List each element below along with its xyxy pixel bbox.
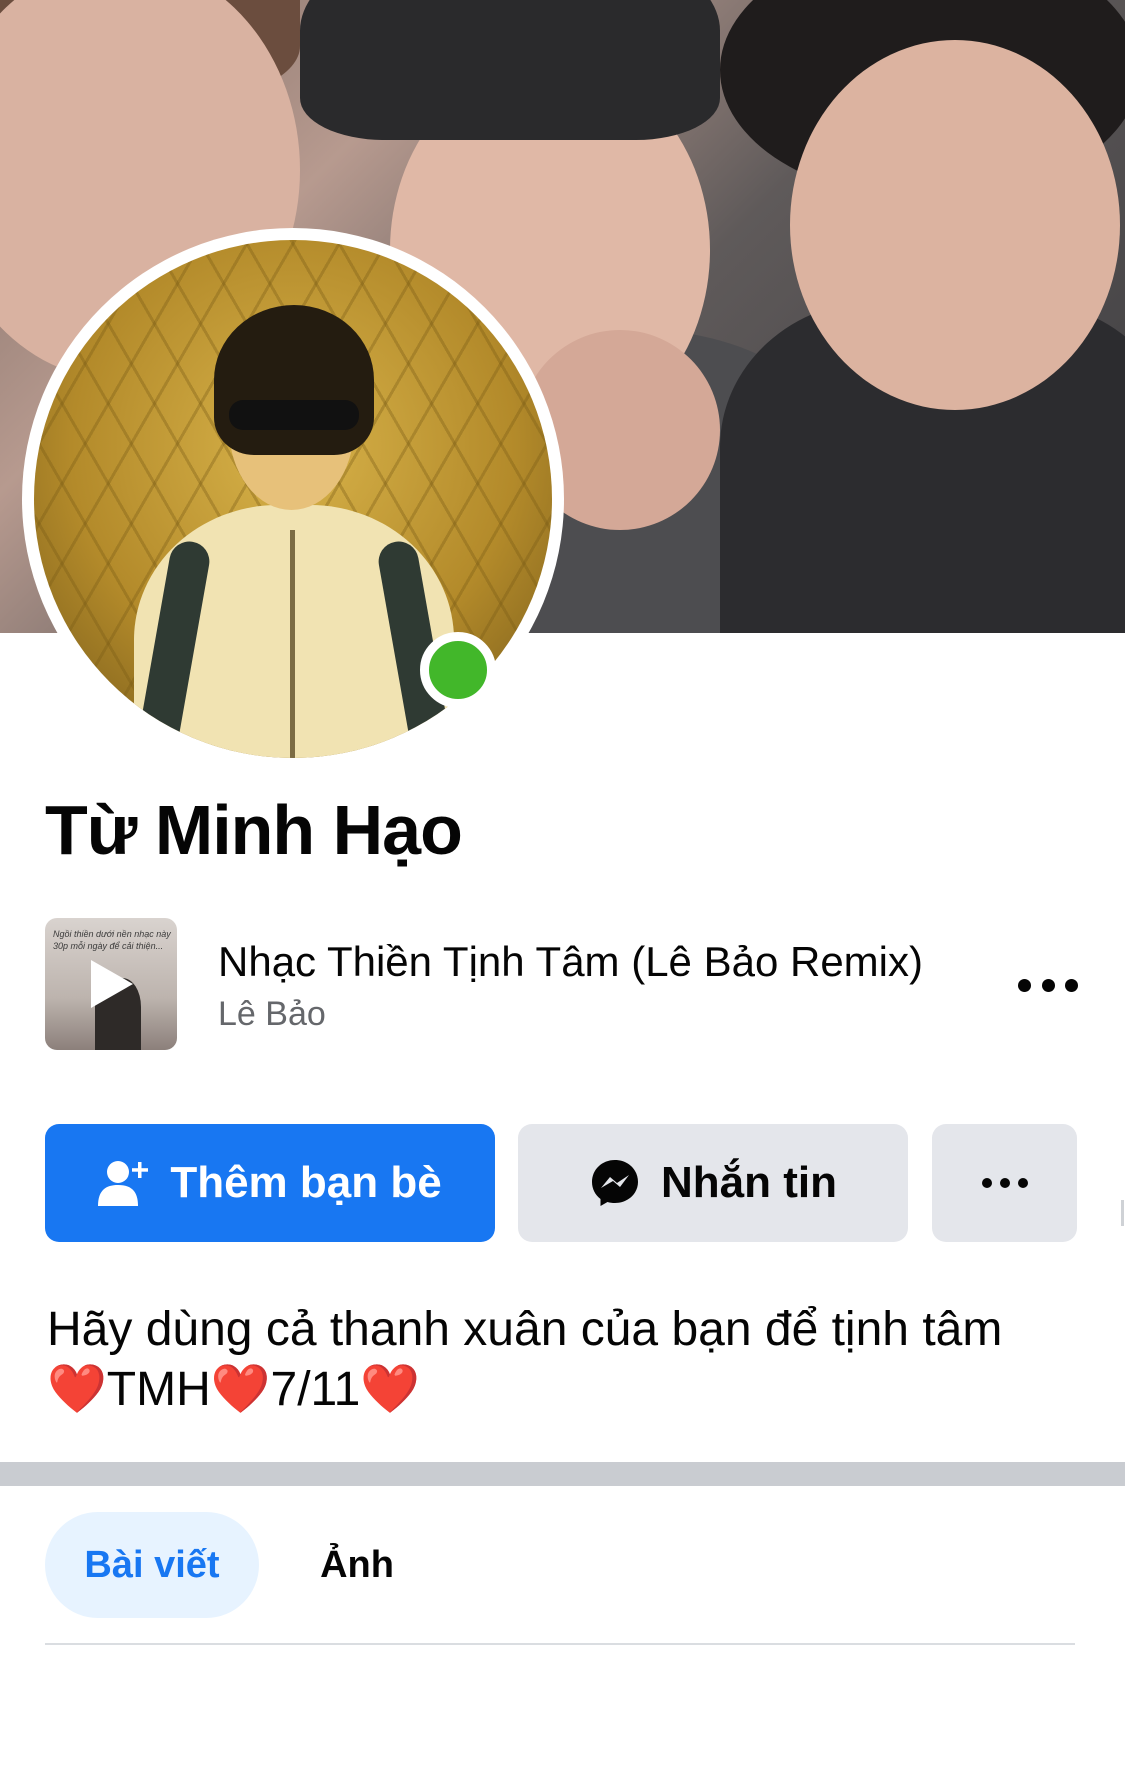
music-thumbnail[interactable]: Ngồi thiền dưới nền nhạc này 30p mỗi ngà…: [45, 918, 177, 1050]
heart-emoji: ❤️: [47, 1363, 107, 1416]
music-thumbnail-caption: Ngồi thiền dưới nền nhạc này 30p mỗi ngà…: [53, 929, 171, 951]
tabs-divider: [45, 1643, 1075, 1645]
bio-line: Hãy dùng cả thanh xuân của bạn để tịnh t…: [47, 1303, 1003, 1356]
tab-posts[interactable]: Bài viết: [45, 1512, 259, 1618]
add-friend-icon: [98, 1158, 150, 1208]
heart-emoji: ❤️: [210, 1363, 271, 1416]
cover-photo-detail: [300, 0, 720, 140]
more-horizontal-icon: [981, 1178, 1028, 1188]
tab-photos[interactable]: Ảnh: [300, 1512, 414, 1618]
more-dot: [981, 1178, 992, 1188]
cover-photo-detail: [790, 40, 1120, 410]
profile-bio: Hãy dùng cả thanh xuân của bạn để tịnh t…: [47, 1300, 1087, 1420]
scroll-indicator: [1121, 1200, 1124, 1226]
more-actions-button[interactable]: [932, 1124, 1077, 1242]
section-separator: [0, 1462, 1125, 1486]
message-button[interactable]: Nhắn tin: [518, 1124, 908, 1242]
more-horizontal-icon[interactable]: [1018, 970, 1078, 1000]
add-friend-button[interactable]: Thêm bạn bè: [45, 1124, 495, 1242]
play-icon[interactable]: [81, 954, 141, 1014]
bio-initials: TMH: [106, 1363, 211, 1416]
profile-name: Từ Minh Hạo: [45, 791, 463, 869]
bio-line: ❤️TMH❤️7/11❤️: [47, 1360, 1087, 1420]
more-dot: [999, 1178, 1010, 1188]
heart-emoji: ❤️: [360, 1363, 421, 1416]
message-label: Nhắn tin: [661, 1158, 837, 1207]
avatar-detail: [214, 305, 374, 455]
music-title[interactable]: Nhạc Thiền Tịnh Tâm (Lê Bảo Remix): [218, 938, 923, 986]
avatar-detail: [290, 530, 295, 758]
more-dot: [1041, 978, 1055, 992]
online-status-indicator: [420, 632, 496, 708]
messenger-icon: [589, 1157, 641, 1209]
more-dot: [1018, 978, 1031, 992]
bio-date: 7/11: [270, 1363, 361, 1416]
add-friend-label: Thêm bạn bè: [170, 1158, 442, 1207]
more-dot: [1065, 978, 1078, 992]
music-artist: Lê Bảo: [218, 995, 326, 1033]
more-dot: [1017, 1178, 1028, 1188]
avatar-detail: [229, 400, 359, 430]
